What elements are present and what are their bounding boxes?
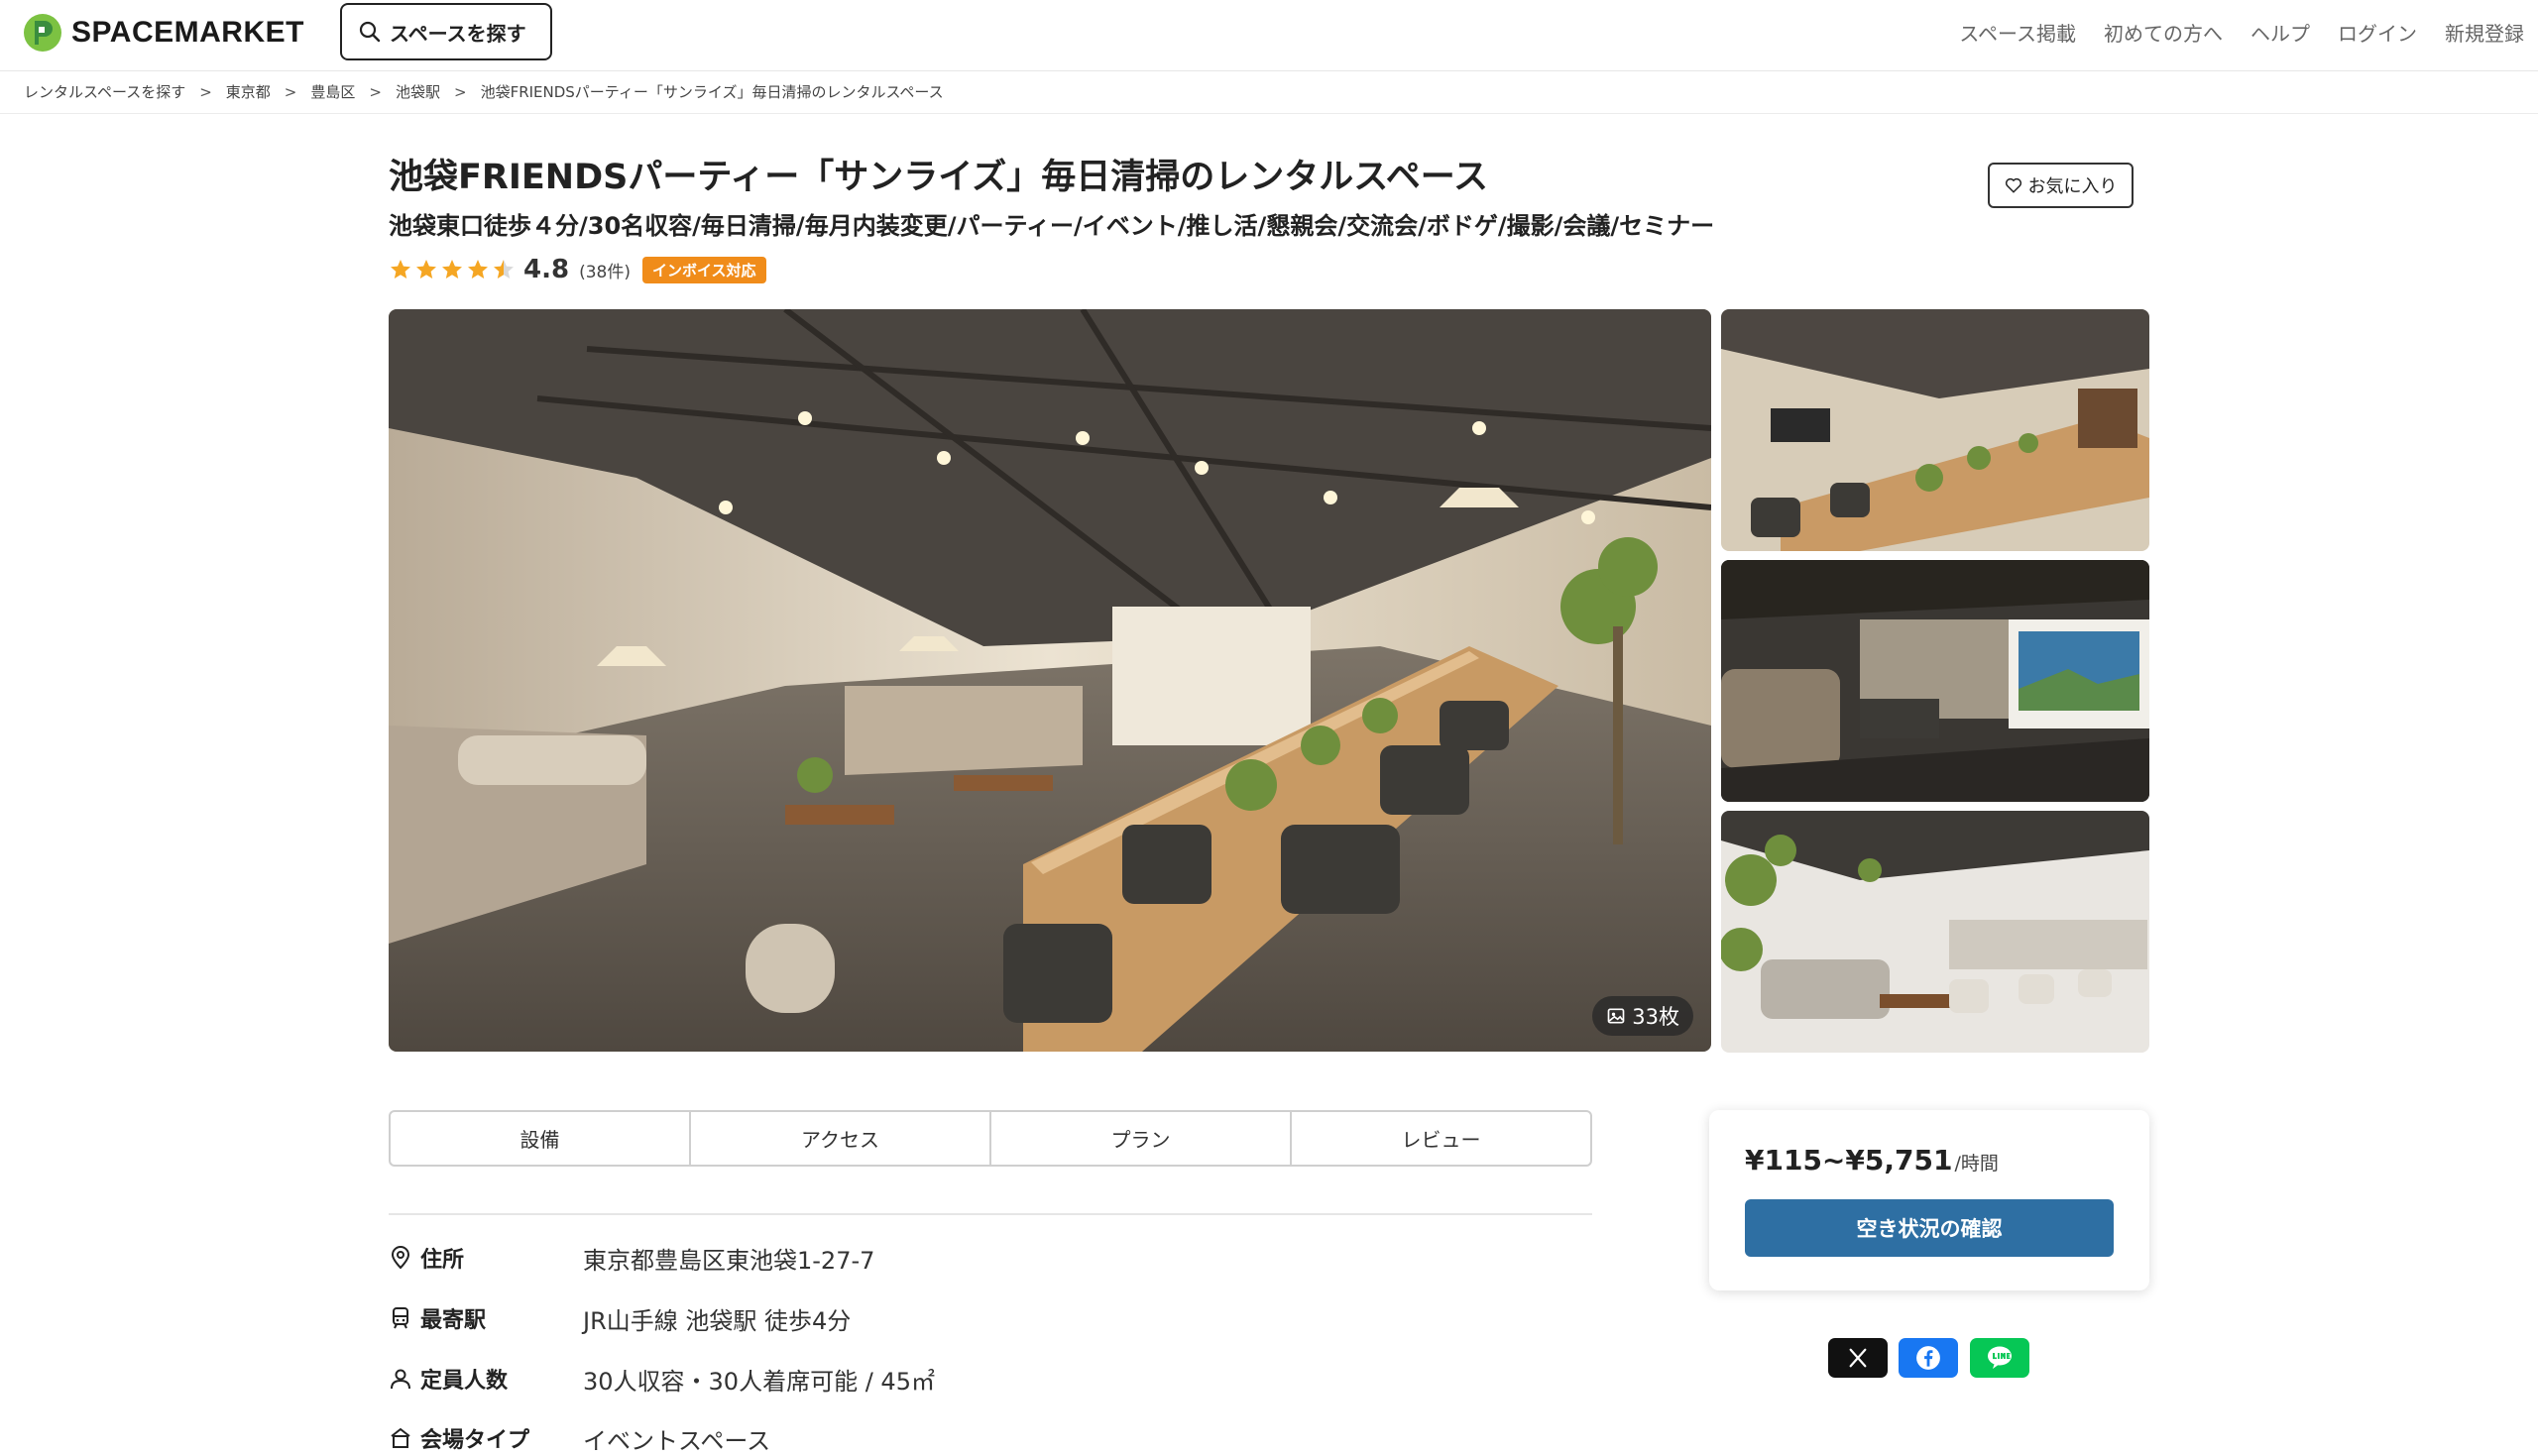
location-pin-icon bbox=[391, 1246, 410, 1270]
star-icon bbox=[468, 260, 488, 279]
nav-signup[interactable]: 新規登録 bbox=[2445, 18, 2524, 47]
nav-first-time[interactable]: 初めての方へ bbox=[2104, 18, 2223, 47]
favorite-button[interactable]: お気に入り bbox=[1988, 163, 2134, 208]
tab-plans[interactable]: プラン bbox=[991, 1112, 1292, 1165]
price-card: ¥115~¥5,751 /時間 空き状況の確認 bbox=[1709, 1110, 2149, 1290]
breadcrumb-item[interactable]: 東京都 bbox=[226, 81, 271, 102]
search-icon bbox=[359, 21, 381, 43]
half-star-icon bbox=[494, 260, 514, 279]
divider bbox=[0, 113, 2538, 114]
spacemarket-logo-mark-icon bbox=[24, 14, 61, 52]
station-value: JR山手線 池袋駅 徒歩4分 bbox=[583, 1306, 852, 1335]
review-count[interactable]: (38件) bbox=[579, 258, 631, 282]
building-icon bbox=[391, 1427, 410, 1448]
space-subtitle: 池袋東口徒歩４分/30名収容/毎日清掃/毎月内装変更/パーティー/イベント/推し… bbox=[389, 212, 1715, 240]
breadcrumb-separator: > bbox=[453, 82, 467, 101]
price-amount: ¥115~¥5,751 bbox=[1745, 1144, 1953, 1176]
breadcrumb-item[interactable]: 豊島区 bbox=[310, 81, 355, 102]
nav-list-space[interactable]: スペース掲載 bbox=[1959, 18, 2076, 47]
line-icon bbox=[1988, 1346, 2012, 1369]
tab-access[interactable]: アクセス bbox=[691, 1112, 991, 1165]
invoice-badge: インボイス対応 bbox=[641, 256, 766, 283]
side-photo-3-image bbox=[1721, 811, 2149, 1053]
tab-reviews[interactable]: レビュー bbox=[1292, 1112, 1590, 1165]
info-label-address: 住所 bbox=[389, 1242, 583, 1274]
spacemarket-logo[interactable]: SPACEMARKET bbox=[22, 10, 304, 56]
price: ¥115~¥5,751 /時間 bbox=[1745, 1144, 1999, 1176]
venue-type-value: イベントスペース bbox=[583, 1426, 771, 1455]
info-row-capacity: 定員人数 30人収容・30人着席可能 / 45㎡ bbox=[389, 1362, 935, 1396]
site-header: SPACEMARKET スペースを探す スペース掲載 初めての方へ ヘルプ ログ… bbox=[0, 0, 2538, 71]
breadcrumb-item[interactable]: 池袋駅 bbox=[396, 81, 440, 102]
heart-icon bbox=[2005, 177, 2021, 193]
divider bbox=[389, 1213, 1592, 1215]
breadcrumb-separator: > bbox=[199, 82, 212, 101]
star-icon bbox=[391, 260, 410, 279]
capacity-value: 30人収容・30人着席可能 / 45㎡ bbox=[583, 1367, 935, 1396]
share-line-button[interactable] bbox=[1970, 1338, 2029, 1378]
address-value: 東京都豊島区東池袋1-27-7 bbox=[583, 1246, 875, 1275]
x-icon bbox=[1849, 1348, 1867, 1368]
side-photo-3[interactable] bbox=[1721, 811, 2149, 1053]
info-label-capacity: 定員人数 bbox=[389, 1363, 583, 1395]
breadcrumb: レンタルスペースを探す > 東京都 > 豊島区 > 池袋駅 > 池袋FRIEND… bbox=[24, 81, 944, 102]
space-title: 池袋FRIENDSパーティー「サンライズ」毎日清掃のレンタルスペース bbox=[389, 158, 1488, 197]
info-label-text: 住所 bbox=[420, 1248, 465, 1273]
info-label-station: 最寄駅 bbox=[389, 1302, 583, 1334]
share-facebook-button[interactable] bbox=[1899, 1338, 1958, 1378]
info-row-station: 最寄駅 JR山手線 池袋駅 徒歩4分 bbox=[389, 1301, 851, 1335]
star-icon bbox=[442, 260, 462, 279]
side-photo-1-image bbox=[1721, 309, 2149, 551]
tab-facilities[interactable]: 設備 bbox=[391, 1112, 691, 1165]
nav-login[interactable]: ログイン bbox=[2338, 18, 2417, 47]
person-icon bbox=[391, 1369, 410, 1390]
info-label-text: 会場タイプ bbox=[420, 1428, 530, 1453]
info-label-text: 定員人数 bbox=[420, 1369, 509, 1394]
info-row-venue-type: 会場タイプ イベントスペース bbox=[389, 1421, 770, 1455]
side-photo-2-image bbox=[1721, 560, 2149, 802]
photo-count-label: 33枚 bbox=[1632, 1005, 1679, 1029]
side-photo-1[interactable] bbox=[1721, 309, 2149, 551]
section-tabs: 設備 アクセス プラン レビュー bbox=[389, 1110, 1592, 1167]
star-rating bbox=[389, 258, 516, 281]
nav-help[interactable]: ヘルプ bbox=[2250, 18, 2310, 47]
favorite-label: お気に入り bbox=[2027, 176, 2118, 197]
info-row-address: 住所 東京都豊島区東池袋1-27-7 bbox=[389, 1241, 874, 1275]
side-photo-2[interactable] bbox=[1721, 560, 2149, 802]
breadcrumb-current: 池袋FRIENDSパーティー「サンライズ」毎日清掃のレンタルスペース bbox=[480, 83, 944, 101]
check-availability-button[interactable]: 空き状況の確認 bbox=[1745, 1199, 2114, 1257]
photo-count-badge[interactable]: 33枚 bbox=[1592, 996, 1693, 1036]
facebook-icon bbox=[1916, 1346, 1940, 1370]
breadcrumb-separator: > bbox=[369, 82, 382, 101]
logo-text: SPACEMARKET bbox=[71, 16, 304, 49]
share-x-button[interactable] bbox=[1828, 1338, 1888, 1378]
main-photo[interactable]: 33枚 bbox=[389, 309, 1711, 1052]
image-icon bbox=[1607, 1008, 1625, 1024]
breadcrumb-separator: > bbox=[284, 82, 297, 101]
star-icon bbox=[416, 260, 436, 279]
price-unit: /時間 bbox=[1954, 1153, 1999, 1175]
train-icon bbox=[393, 1307, 408, 1329]
rating-value: 4.8 bbox=[523, 255, 570, 284]
search-space-label: スペースを探す bbox=[390, 21, 526, 46]
header-nav: スペース掲載 初めての方へ ヘルプ ログイン 新規登録 bbox=[1931, 18, 2524, 47]
rating-row: 4.8 (38件) インボイス対応 bbox=[389, 255, 766, 284]
breadcrumb-item[interactable]: レンタルスペースを探す bbox=[24, 81, 185, 102]
info-label-venue-type: 会場タイプ bbox=[389, 1422, 583, 1454]
search-space-button[interactable]: スペースを探す bbox=[340, 3, 552, 60]
info-label-text: 最寄駅 bbox=[420, 1308, 487, 1333]
main-photo-image bbox=[389, 309, 1711, 1052]
